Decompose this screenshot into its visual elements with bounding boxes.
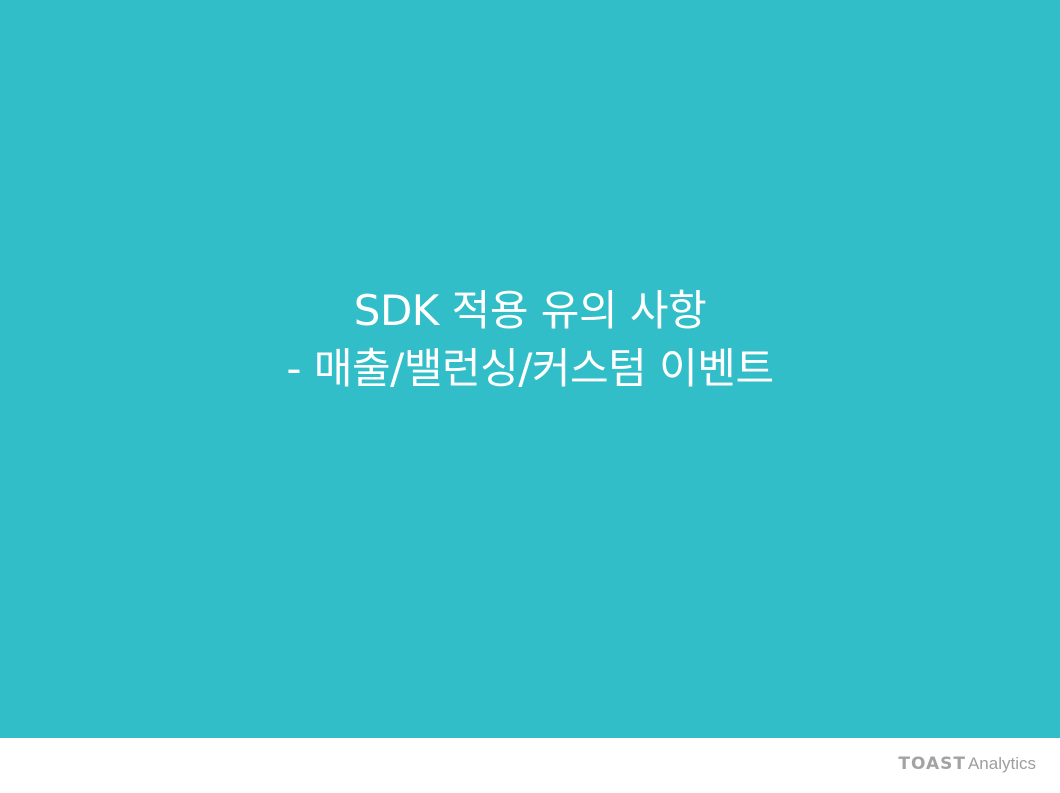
slide: SDK 적용 유의 사항 - 매출/밸런싱/커스텀 이벤트 TOAST Anal… — [0, 0, 1060, 793]
slide-title: SDK 적용 유의 사항 - 매출/밸런싱/커스텀 이벤트 — [0, 282, 1060, 398]
footer: TOAST Analytics — [0, 738, 1060, 793]
logo-product: Analytics — [967, 754, 1036, 773]
title-line-2: - 매출/밸런싱/커스텀 이벤트 — [286, 344, 774, 393]
title-line-1: SDK 적용 유의 사항 — [353, 286, 707, 335]
toast-analytics-logo: TOAST Analytics — [898, 754, 1036, 776]
title-area: SDK 적용 유의 사항 - 매출/밸런싱/커스텀 이벤트 — [0, 0, 1060, 738]
logo-brand: TOAST — [898, 754, 966, 774]
